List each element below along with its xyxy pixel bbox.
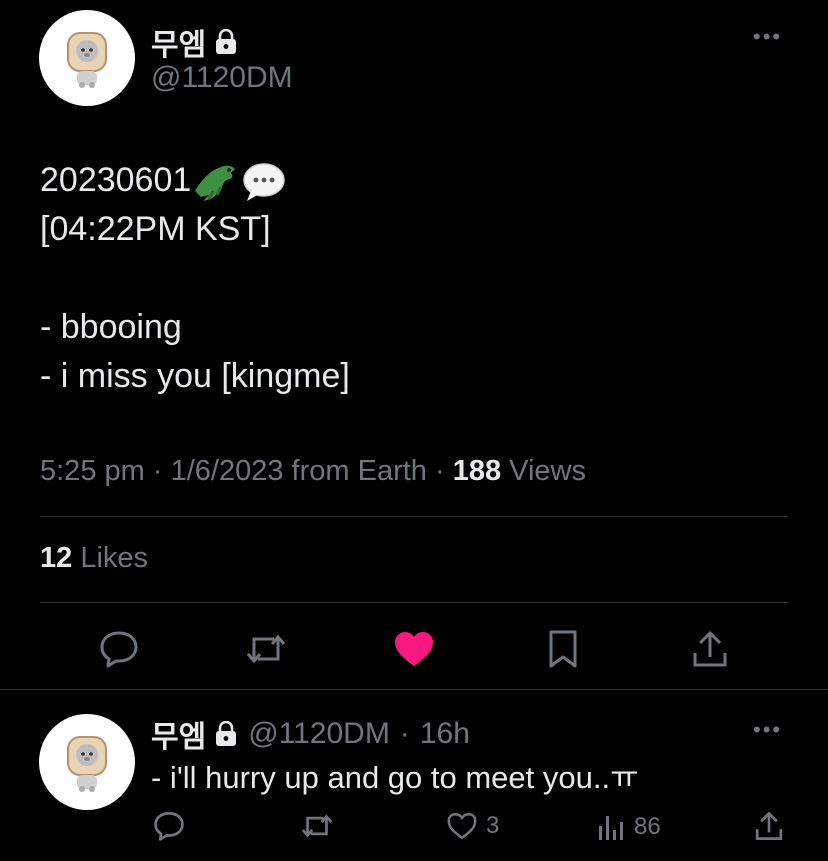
views-count: 188 xyxy=(452,455,502,487)
reply-age[interactable]: 16h xyxy=(420,717,470,751)
handle[interactable]: @1120DM xyxy=(151,61,293,95)
reply-share-button[interactable] xyxy=(751,808,787,844)
tweet-source: from Earth xyxy=(291,455,427,487)
reply-reply-button[interactable] xyxy=(151,808,187,844)
reply-header: 무엠 @1120DM · 16h xyxy=(151,712,470,756)
bookmark-icon xyxy=(549,630,577,668)
reply-handle[interactable]: @1120DM xyxy=(248,717,390,751)
tweet-line-4: - i miss you [kingme] xyxy=(40,357,350,395)
display-name[interactable]: 무엠 xyxy=(151,20,238,64)
retweet-icon xyxy=(301,814,333,838)
tweet-meta: 5:25 pm · 1/6/2023 from Earth · 188 View… xyxy=(40,455,587,487)
reply-icon xyxy=(154,812,184,841)
reply-icon xyxy=(100,631,138,668)
reply-like-count: 3 xyxy=(486,812,500,839)
avatar[interactable] xyxy=(39,10,135,106)
like-icon xyxy=(395,632,433,666)
tweet-date-code: 20230601 xyxy=(40,161,192,199)
divider xyxy=(0,689,828,690)
lock-icon xyxy=(216,721,237,746)
views-label: Views xyxy=(509,455,587,487)
reply-view-count: 86 xyxy=(634,813,661,840)
tweet-line-2: [04:22PM KST] xyxy=(40,210,271,248)
reply-like-button[interactable]: 3 xyxy=(446,812,499,840)
like-outline-icon xyxy=(447,812,477,840)
tweet-line-3: - bbooing xyxy=(40,308,182,346)
tweet-line-1: 20230601 xyxy=(40,156,287,205)
reply-retweet-button[interactable] xyxy=(298,808,336,844)
reply-display-name[interactable]: 무엠 xyxy=(151,712,238,756)
reply-more-options-icon[interactable]: ••• xyxy=(753,717,782,743)
tweet-date[interactable]: 1/6/2023 xyxy=(171,455,284,487)
reply-views-button[interactable]: 86 xyxy=(596,812,661,842)
bread-bunny-avatar-icon xyxy=(67,736,107,792)
views-chart-icon xyxy=(599,816,623,840)
more-options-icon[interactable]: ••• xyxy=(753,24,782,50)
display-name-text: 무엠 xyxy=(151,29,207,62)
bookmark-button[interactable] xyxy=(540,626,586,672)
reply-text: - i'll hurry up and go to meet you..ㅠ xyxy=(151,760,639,795)
reply-button[interactable] xyxy=(96,626,142,672)
share-icon xyxy=(693,630,727,667)
retweet-button[interactable] xyxy=(243,626,289,672)
reply-avatar[interactable] xyxy=(39,714,135,810)
likes-label: Likes xyxy=(80,542,149,574)
divider xyxy=(40,516,788,517)
likes-count: 12 xyxy=(40,542,73,574)
share-icon xyxy=(755,811,783,840)
likes-summary[interactable]: 12 Likes xyxy=(40,542,148,575)
retweet-icon xyxy=(246,634,286,664)
tweet-time[interactable]: 5:25 pm xyxy=(40,455,145,487)
bread-bunny-avatar-icon xyxy=(67,32,107,88)
reply-separator: · xyxy=(399,717,410,750)
speech-bubble-emoji-icon xyxy=(243,163,286,202)
crocodile-emoji-icon xyxy=(195,165,236,202)
divider xyxy=(40,602,788,603)
share-button[interactable] xyxy=(687,626,733,672)
like-button[interactable] xyxy=(391,626,437,672)
lock-icon xyxy=(216,29,237,54)
